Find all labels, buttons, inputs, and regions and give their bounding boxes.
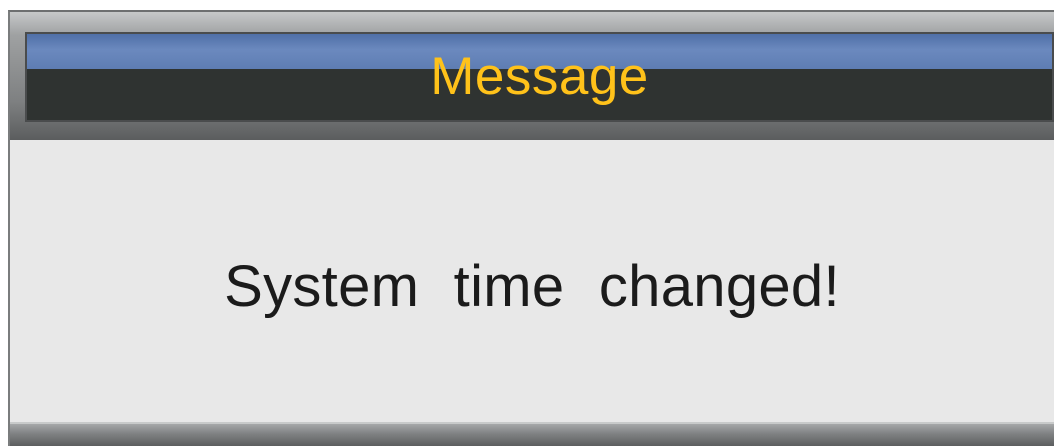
message-dialog: Message System time changed! [8,10,1054,446]
dialog-title: Message [430,47,649,106]
dialog-bottom-bar [10,422,1054,446]
dialog-content-panel: System time changed! [10,140,1054,422]
dialog-title-bar: Message [25,32,1054,122]
dialog-title-frame: Message [10,12,1054,140]
dialog-message: System time changed! [224,254,840,319]
